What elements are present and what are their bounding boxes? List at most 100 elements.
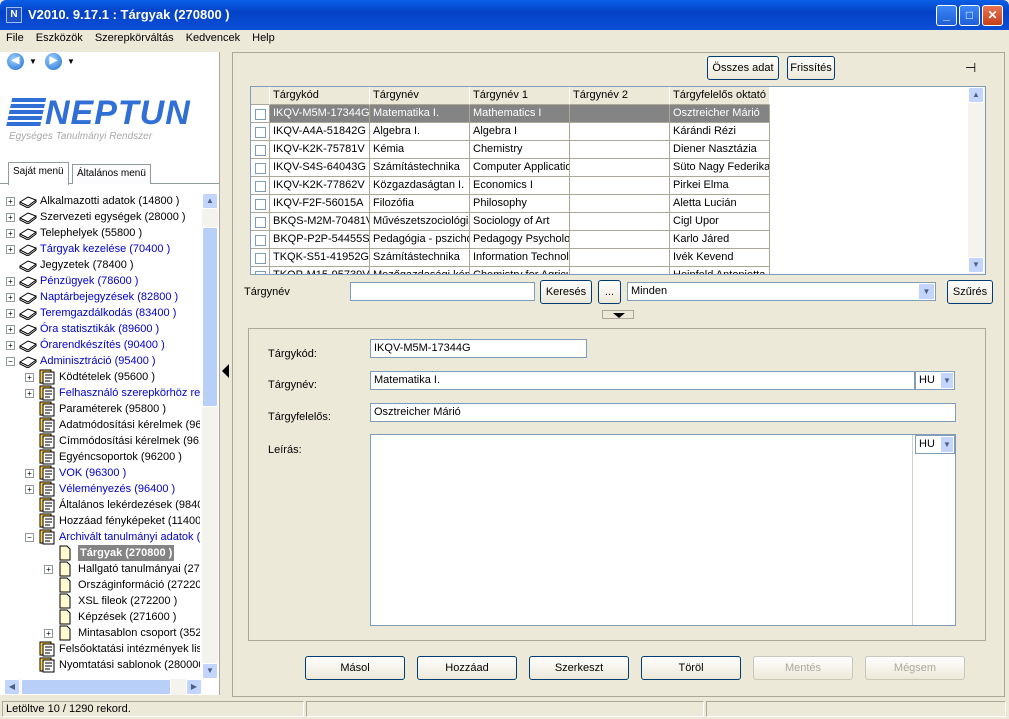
tree-item[interactable]: + Óra statisztikák (89600 ) bbox=[4, 321, 200, 337]
row-checkbox[interactable] bbox=[255, 253, 266, 264]
tree-item[interactable]: Egyéncsoportok (96200 ) bbox=[4, 449, 200, 465]
row-checkbox[interactable] bbox=[255, 163, 266, 174]
row-checkbox[interactable] bbox=[255, 199, 266, 210]
tree-item[interactable]: + Naptárbejegyzések (82800 ) bbox=[4, 289, 200, 305]
filter-button[interactable]: Szűrés bbox=[947, 280, 993, 304]
row-checkbox[interactable] bbox=[255, 145, 266, 156]
collapse-left-icon[interactable] bbox=[222, 364, 229, 378]
row-checkbox[interactable] bbox=[255, 217, 266, 228]
scroll-up-icon[interactable]: ▲ bbox=[202, 193, 218, 209]
grid-scroll-up-icon[interactable]: ▲ bbox=[968, 87, 984, 103]
tree-item[interactable]: − Archivált tanulmányi adatok (2 bbox=[4, 529, 200, 545]
description-language-select[interactable]: HU ▼ bbox=[915, 435, 955, 454]
scroll-thumb[interactable] bbox=[202, 227, 218, 407]
tree-item[interactable]: Hozzáad fényképeket (11400 bbox=[4, 513, 200, 529]
tree-item[interactable]: + Telephelyek (55800 ) bbox=[4, 225, 200, 241]
description-field[interactable] bbox=[370, 434, 956, 626]
tree-item[interactable]: + Felhasználó szerepkörhöz ren bbox=[4, 385, 200, 401]
edit-button[interactable]: Szerkeszt bbox=[529, 656, 629, 680]
menu-file[interactable]: File bbox=[0, 30, 30, 44]
add-button[interactable]: Hozzáad bbox=[417, 656, 517, 680]
column-header[interactable]: Tárgynév bbox=[370, 87, 470, 105]
expand-icon[interactable]: + bbox=[44, 629, 53, 638]
owner-field[interactable]: Osztreicher Márió bbox=[370, 403, 956, 422]
expand-icon[interactable]: + bbox=[6, 325, 15, 334]
expand-icon[interactable]: + bbox=[6, 213, 15, 222]
column-header[interactable]: Tárgynév 1 bbox=[470, 87, 570, 105]
column-header[interactable]: Tárgykód bbox=[270, 87, 370, 105]
tree-item[interactable]: Országinformáció (272200 bbox=[4, 577, 200, 593]
code-field[interactable]: IKQV-M5M-17344G bbox=[370, 339, 587, 358]
filter-combo[interactable]: Minden ▼ bbox=[627, 282, 936, 301]
expand-icon[interactable]: + bbox=[25, 469, 34, 478]
expand-icon[interactable]: + bbox=[6, 341, 15, 350]
tree-item[interactable]: + Véleményezés (96400 ) bbox=[4, 481, 200, 497]
column-header[interactable]: Tárgynév 2 bbox=[570, 87, 670, 105]
row-checkbox[interactable] bbox=[255, 109, 266, 120]
delete-button[interactable]: Töröl bbox=[641, 656, 741, 680]
expand-icon[interactable]: + bbox=[25, 389, 34, 398]
name-language-select[interactable]: HU ▼ bbox=[915, 371, 955, 390]
back-dropdown-icon[interactable]: ▼ bbox=[29, 57, 37, 66]
menu-eszkozok[interactable]: Eszközök bbox=[30, 30, 89, 44]
row-checkbox[interactable] bbox=[255, 181, 266, 192]
expand-icon[interactable]: + bbox=[6, 229, 15, 238]
search-button[interactable]: Keresés bbox=[540, 280, 592, 304]
collapse-icon[interactable]: − bbox=[25, 533, 34, 542]
tree-vertical-scrollbar[interactable]: ▲ ▼ bbox=[202, 193, 218, 679]
tree-item[interactable]: Nyomtatási sablonok (280000 bbox=[4, 657, 200, 673]
refresh-button[interactable]: Frissítés bbox=[787, 56, 835, 80]
expand-icon[interactable]: + bbox=[6, 309, 15, 318]
tree-item[interactable]: − Adminisztráció (95400 ) bbox=[4, 353, 200, 369]
forward-dropdown-icon[interactable]: ▼ bbox=[67, 57, 75, 66]
tree-item[interactable]: + Tárgyak kezelése (70400 ) bbox=[4, 241, 200, 257]
tree-item[interactable]: Jegyzetek (78400 ) bbox=[4, 257, 200, 273]
tree-item[interactable]: Tárgyak (270800 ) bbox=[4, 545, 200, 561]
row-checkbox[interactable] bbox=[255, 271, 266, 274]
tree-item[interactable]: + Pénzügyek (78600 ) bbox=[4, 273, 200, 289]
cancel-button[interactable]: Mégsem bbox=[865, 656, 965, 680]
row-checkbox[interactable] bbox=[255, 127, 266, 138]
menu-szerepkorvaltas[interactable]: Szerepkörváltás bbox=[89, 30, 180, 44]
scroll-left-icon[interactable]: ◀ bbox=[4, 679, 20, 695]
expand-icon[interactable]: + bbox=[25, 485, 34, 494]
chevron-down-icon[interactable]: ▼ bbox=[940, 436, 954, 453]
tree-item[interactable]: + Hallgató tanulmányai (271 bbox=[4, 561, 200, 577]
tree-item[interactable]: Paraméterek (95800 ) bbox=[4, 401, 200, 417]
panel-splitter[interactable] bbox=[221, 52, 231, 695]
hscroll-thumb[interactable] bbox=[21, 679, 171, 695]
scroll-down-icon[interactable]: ▼ bbox=[202, 663, 218, 679]
maximize-button[interactable]: □ bbox=[959, 5, 980, 26]
tree-item[interactable]: + Mintasablon csoport (352 bbox=[4, 625, 200, 641]
expand-icon[interactable]: + bbox=[6, 293, 15, 302]
column-header[interactable]: Tárgyfelelős oktató bbox=[670, 87, 770, 105]
tree-item[interactable]: + Alkalmazotti adatok (14800 ) bbox=[4, 193, 200, 209]
tree-item[interactable]: + Szervezeti egységek (28000 ) bbox=[4, 209, 200, 225]
menu-kedvencek[interactable]: Kedvencek bbox=[180, 30, 246, 44]
expand-icon[interactable]: + bbox=[6, 197, 15, 206]
search-input[interactable] bbox=[350, 282, 535, 301]
save-button[interactable]: Mentés bbox=[753, 656, 853, 680]
expand-icon[interactable]: + bbox=[25, 373, 34, 382]
collapse-down-icon[interactable] bbox=[613, 313, 625, 318]
expand-toggle[interactable] bbox=[602, 310, 634, 319]
expand-icon[interactable]: + bbox=[6, 245, 15, 254]
pin-icon[interactable]: ⊣ bbox=[965, 60, 976, 76]
row-checkbox[interactable] bbox=[255, 235, 266, 246]
tree-item[interactable]: XSL fileok (272200 ) bbox=[4, 593, 200, 609]
grid-vertical-scrollbar[interactable]: ▲ ▼ bbox=[968, 87, 985, 274]
tree-item[interactable]: Adatmódosítási kérelmek (96 bbox=[4, 417, 200, 433]
menu-help[interactable]: Help bbox=[246, 30, 281, 44]
forward-icon[interactable]: ▶ bbox=[45, 53, 62, 70]
grid-scroll-down-icon[interactable]: ▼ bbox=[968, 257, 984, 273]
back-icon[interactable]: ◀ bbox=[7, 53, 24, 70]
tree-item[interactable]: Általános lekérdezések (9840 bbox=[4, 497, 200, 513]
expand-icon[interactable]: + bbox=[6, 277, 15, 286]
tree-item[interactable]: Címmódosítási kérelmek (961 bbox=[4, 433, 200, 449]
tree-item[interactable]: + Órarendkészítés (90400 ) bbox=[4, 337, 200, 353]
tab-altalanos-menu[interactable]: Általános menü bbox=[72, 164, 151, 184]
minimize-button[interactable]: _ bbox=[936, 5, 957, 26]
expand-icon[interactable]: + bbox=[44, 565, 53, 574]
copy-button[interactable]: Másol bbox=[305, 656, 405, 680]
scroll-right-icon[interactable]: ▶ bbox=[186, 679, 202, 695]
